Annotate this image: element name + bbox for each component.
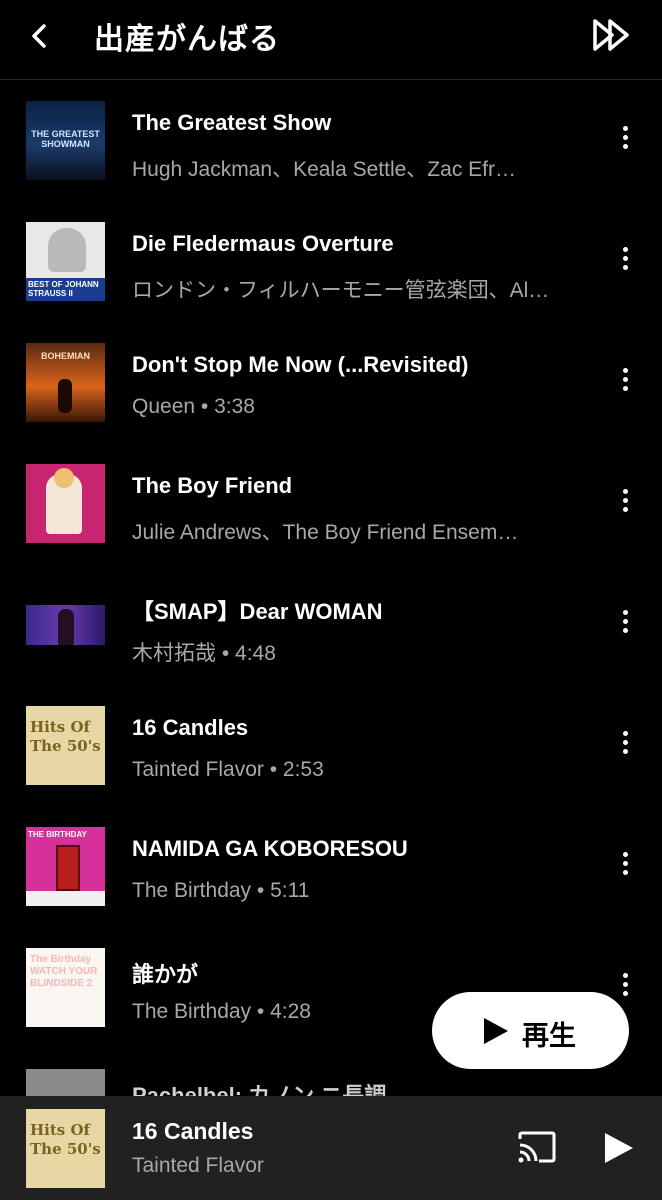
cast-button[interactable] [517, 1130, 557, 1164]
track-subtitle: Tainted Flavor • 2:53 [132, 758, 324, 781]
now-playing-artist: Tainted Flavor [132, 1154, 264, 1177]
album-art: Hits Of The 50's [26, 706, 105, 785]
now-playing-album-art: Hits Of The 50's [26, 1109, 105, 1188]
track-row[interactable]: The Boy Friend Julie Andrews、The Boy Fri… [0, 443, 662, 564]
track-list: THE GREATEST SHOWMAN The Greatest Show H… [0, 80, 662, 1096]
track-subtitle: 木村拓哉 • 4:48 [132, 642, 276, 665]
track-row[interactable]: Hits Of The 50's 16 Candles Tainted Flav… [0, 685, 662, 806]
track-title: The Boy Friend [132, 473, 293, 498]
album-art-text: THE BIRTHDAY [28, 830, 87, 839]
track-row[interactable]: THE GREATEST SHOWMAN The Greatest Show H… [0, 80, 662, 201]
more-options-button[interactable] [610, 485, 640, 523]
track-title: Pachelbel: カノン ニ長調 [132, 1083, 387, 1096]
track-title: The Greatest Show [132, 110, 332, 135]
track-row[interactable]: 【SMAP】Dear WOMAN 木村拓哉 • 4:48 [0, 564, 662, 685]
back-button[interactable] [22, 18, 58, 54]
track-row[interactable]: BEST OF JOHANN STRAUSS II Die Fledermaus… [0, 201, 662, 322]
track-row[interactable]: BOHEMIAN Don't Stop Me Now (...Revisited… [0, 322, 662, 443]
track-title: Die Fledermaus Overture [132, 231, 394, 256]
mini-player[interactable]: Hits Of The 50's 16 Candles Tainted Flav… [0, 1096, 662, 1200]
more-options-button[interactable] [610, 606, 640, 644]
cast-icon [518, 1131, 556, 1163]
skip-forward-button[interactable] [592, 16, 632, 54]
play-all-label: 再生 [522, 1021, 576, 1051]
track-subtitle: ロンドン・フィルハーモニー管弦楽団、Al… [132, 279, 550, 302]
mini-play-button[interactable] [600, 1130, 636, 1166]
play-all-button[interactable]: 再生 [432, 992, 629, 1069]
chevron-left-icon [32, 24, 46, 48]
more-options-button[interactable] [610, 727, 640, 765]
album-art: THE GREATEST SHOWMAN [26, 101, 105, 180]
more-options-button[interactable] [610, 122, 640, 160]
more-options-button[interactable] [610, 243, 640, 281]
track-subtitle: Julie Andrews、The Boy Friend Ensem… [132, 521, 519, 544]
album-art [26, 1069, 105, 1096]
playlist-title: 出産がんばる [94, 23, 280, 56]
top-bar: 出産がんばる [0, 0, 662, 80]
album-art-text: Hits Of The 50's [30, 1121, 101, 1158]
track-title: NAMIDA GA KOBORESOU [132, 836, 408, 861]
album-art: BEST OF JOHANN STRAUSS II [26, 222, 105, 301]
album-art [26, 464, 105, 543]
album-art: BOHEMIAN [26, 343, 105, 422]
track-title: 【SMAP】Dear WOMAN [132, 599, 383, 624]
skip-forward-icon [593, 19, 629, 51]
track-subtitle: Hugh Jackman、Keala Settle、Zac Efr… [132, 158, 516, 181]
track-title: 誰かが [132, 962, 199, 987]
track-subtitle: The Birthday • 4:28 [132, 1000, 311, 1023]
track-subtitle: Queen • 3:38 [132, 395, 255, 418]
album-art: THE BIRTHDAY [26, 827, 105, 906]
album-art-text: BOHEMIAN [41, 351, 90, 361]
track-title: 16 Candles [132, 715, 249, 740]
album-art [26, 585, 105, 664]
album-art-text: THE GREATEST SHOWMAN [31, 129, 100, 149]
play-icon [484, 1018, 508, 1044]
more-options-button[interactable] [610, 364, 640, 402]
album-art-text: The Birthday WATCH YOUR BLINDSIDE 2 [30, 954, 98, 989]
track-subtitle: The Birthday • 5:11 [132, 879, 310, 902]
album-art-text: BEST OF JOHANN STRAUSS II [28, 280, 99, 298]
track-title: Don't Stop Me Now (...Revisited) [132, 352, 469, 377]
album-art-text: Hits Of The 50's [30, 718, 101, 755]
album-art: The Birthday WATCH YOUR BLINDSIDE 2 [26, 948, 105, 1027]
more-options-button[interactable] [610, 848, 640, 886]
track-row[interactable]: THE BIRTHDAY NAMIDA GA KOBORESOU The Bir… [0, 806, 662, 927]
play-icon [605, 1133, 633, 1163]
now-playing-title: 16 Candles [132, 1118, 254, 1144]
